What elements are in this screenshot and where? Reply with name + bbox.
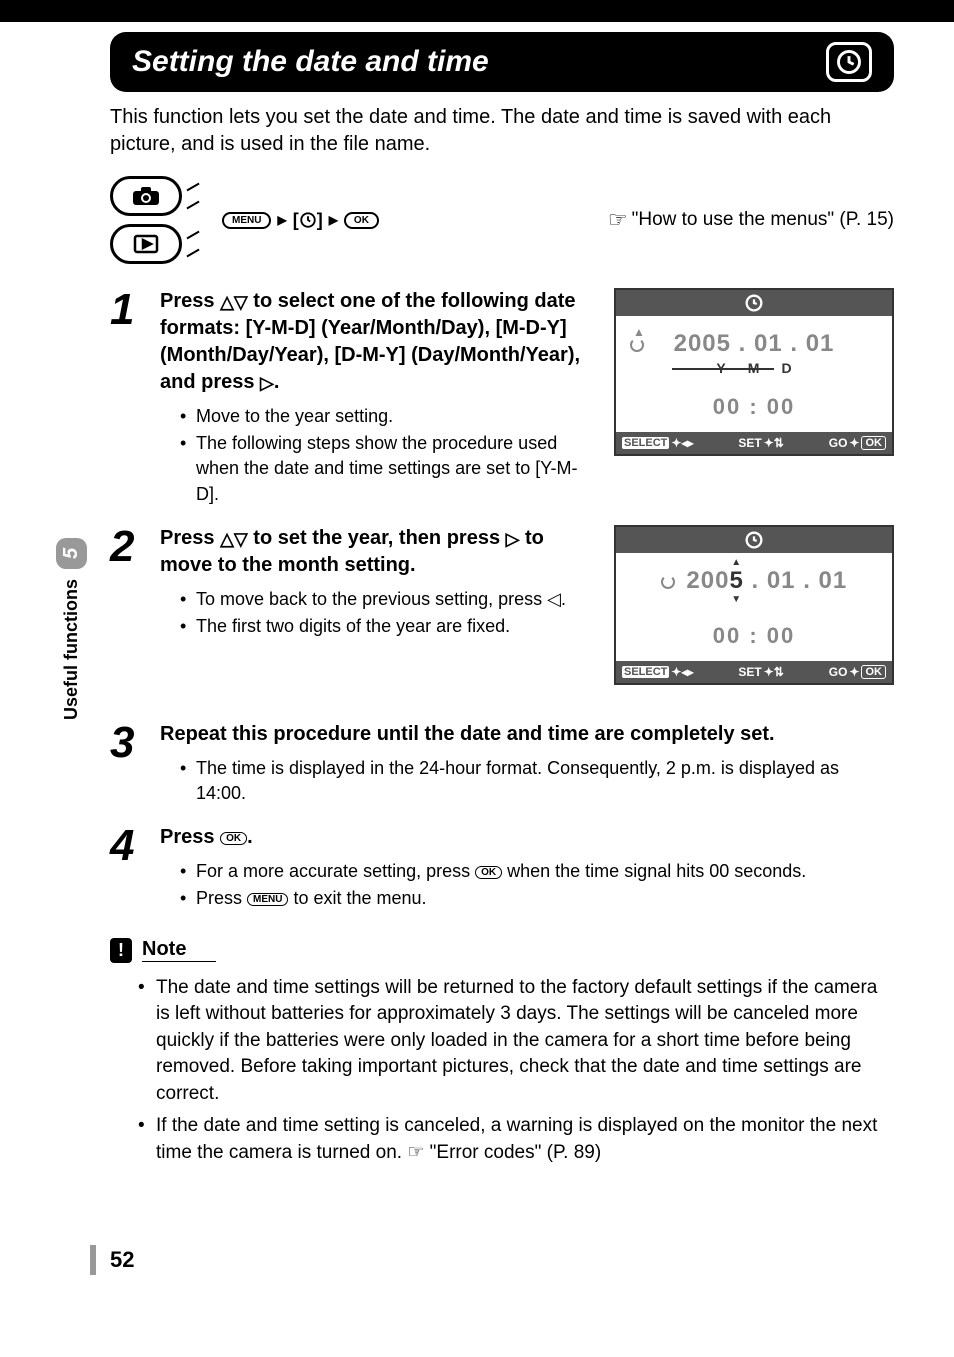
right-arrow-icon: ▷ [260,373,274,393]
section-title-bar: Setting the date and time [110,32,894,92]
clock-icon [826,42,872,82]
step-4-title: Press OK. [160,824,894,851]
page-accent-bar [90,1245,96,1275]
note-item: If the date and time setting is canceled… [138,1113,894,1166]
step-2-bullet: The first two digits of the year are fix… [180,614,594,639]
step-3-bullet: The time is displayed in the 24-hour for… [180,756,894,806]
step-2-bullet: To move back to the previous setting, pr… [180,587,594,612]
triangle-right-icon: ▶ [277,213,286,227]
up-triangle-icon: ▲ [731,557,742,568]
cycle-arrow-icon [661,575,675,589]
exclamation-icon: ! [110,938,132,963]
clock-menu-icon: [] [293,210,323,231]
step-4-bullet: For a more accurate setting, press OK wh… [180,859,894,884]
step-2: 2 Press △▽ to set the year, then press ▷… [110,525,894,705]
ok-button-icon: OK [220,832,247,845]
intro-text: This function lets you set the date and … [110,104,894,158]
note-title: Note [142,938,216,962]
step-3-title: Repeat this procedure until the date and… [160,721,894,748]
step-1-title: Press △▽ to select one of the following … [160,288,594,396]
dial-lines-icon [184,224,208,264]
section-title: Setting the date and time [132,45,489,79]
shooting-mode-icon [110,176,182,216]
menu-path: MENU ▶ [] ▶ OK [222,210,379,231]
dial-lines-icon [184,176,208,216]
menu-button-icon: MENU [247,893,288,906]
note-section: ! Note The date and time settings will b… [110,938,894,1167]
step-2-title: Press △▽ to set the year, then press ▷ t… [160,525,594,579]
ok-button-icon: OK [344,212,379,229]
chapter-badge: 5 [56,538,87,569]
side-label: Useful functions [61,579,82,720]
cross-reference: ☞ "How to use the menus" (P. 15) [608,207,894,233]
lcd-time: 00 : 00 [630,623,878,649]
step-4: 4 Press OK. For a more accurate setting,… [110,824,894,913]
step-1-bullet: Move to the year setting. [180,404,594,429]
step-1-bullet: The following steps show the procedure u… [180,431,594,507]
step-number: 1 [110,288,142,509]
playback-mode-icon [110,224,182,264]
step-number: 3 [110,721,142,808]
note-item: The date and time settings will be retur… [138,975,894,1108]
up-down-arrow-icon: △▽ [220,292,248,312]
step-number: 4 [110,824,142,913]
down-triangle-icon: ▼ [731,594,742,605]
right-arrow-icon: ▷ [506,529,520,549]
lcd-d-label: D [781,360,791,376]
lcd-preview-2: 200▲5▼ . 01 . 01 00 : 00 SELECT✦◂▸ SET✦⇅… [614,525,894,685]
ok-button-icon: OK [475,866,502,879]
step-4-bullet: Press MENU to exit the menu. [180,886,894,911]
menu-button-icon: MENU [222,212,271,229]
nav-row: MENU ▶ [] ▶ OK ☞ "How to use the menus" … [110,176,894,264]
lcd-time: 00 : 00 [630,394,878,420]
step-3: 3 Repeat this procedure until the date a… [110,721,894,808]
hand-pointer-icon: ☞ [608,207,628,233]
cycle-arrow-icon: ▲ [630,326,648,353]
step-number: 2 [110,525,142,705]
lcd-date: 2005 . 01 . 01 [630,330,878,358]
step-1: 1 Press △▽ to select one of the followin… [110,288,894,509]
lcd-preview-1: ▲ 2005 . 01 . 01 Y M D 00 : 00 SELECT✦◂▸… [614,288,894,456]
up-down-arrow-icon: △▽ [220,529,248,549]
side-tab: Useful functions 5 [56,538,87,720]
triangle-right-icon: ▶ [329,213,338,227]
page-number: 52 [110,1247,134,1273]
